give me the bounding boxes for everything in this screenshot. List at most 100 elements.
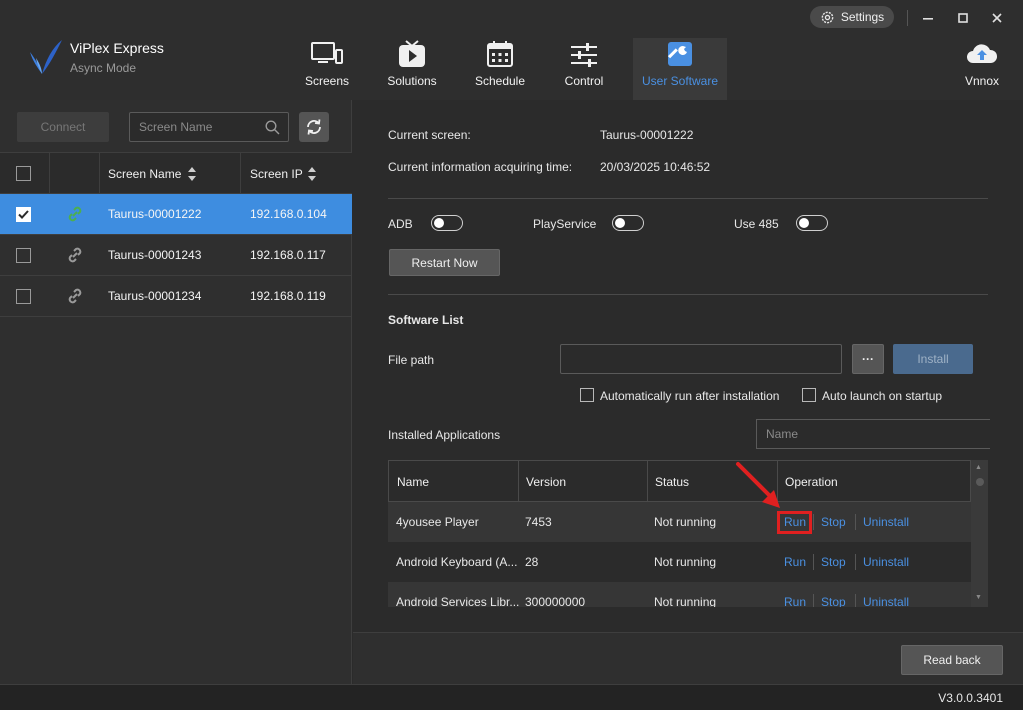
auto-run-label: Automatically run after installation (600, 389, 780, 403)
app-name: Android Keyboard (A... (396, 555, 518, 569)
divider (388, 294, 988, 295)
apps-scrollbar[interactable]: ▲ ▼ (971, 460, 988, 607)
connect-button[interactable]: Connect (17, 112, 109, 142)
screen-ip-header[interactable]: Screen IP (250, 167, 303, 181)
screen-name: Taurus-00001243 (108, 248, 202, 262)
minimize-button[interactable] (918, 8, 938, 28)
title-bar: ViPlex Express Async Mode Settings Scree… (0, 0, 1023, 100)
screen-name-header[interactable]: Screen Name (108, 167, 181, 181)
screen-table-header: Screen Name Screen IP (0, 152, 352, 194)
row-checkbox[interactable] (16, 248, 31, 263)
gear-icon (821, 11, 834, 23)
row-checkbox[interactable] (16, 207, 31, 222)
scroll-down-icon[interactable]: ▼ (975, 594, 982, 601)
uninstall-button[interactable]: Uninstall (863, 515, 909, 529)
screen-search-input[interactable] (130, 113, 260, 141)
screen-ip: 192.168.0.117 (250, 248, 326, 262)
divider (388, 198, 988, 199)
nav-schedule[interactable]: Schedule (472, 38, 528, 100)
screen-row[interactable]: Taurus-00001222 192.168.0.104 (0, 194, 352, 235)
divider (855, 554, 856, 570)
row-checkbox[interactable] (16, 289, 31, 304)
app-version: 7453 (525, 515, 552, 529)
software-list-title: Software List (388, 313, 464, 327)
file-path-input[interactable] (560, 344, 842, 374)
nav-solutions[interactable]: Solutions (384, 38, 440, 100)
run-button[interactable]: Run (784, 595, 806, 607)
nav-user-software-label: User Software (641, 74, 719, 88)
installed-apps-table: Name Version Status Operation 4yousee Pl… (388, 460, 988, 607)
run-button[interactable]: Run (784, 555, 806, 569)
status-bar: V3.0.0.3401 (0, 684, 1023, 710)
nav-user-software[interactable]: User Software (633, 38, 727, 100)
settings-label: Settings (840, 10, 885, 24)
screen-row[interactable]: Taurus-00001243 192.168.0.117 (0, 235, 352, 276)
current-screen-value: Taurus-00001222 (600, 128, 694, 142)
maximize-button[interactable] (953, 8, 973, 28)
playservice-toggle[interactable] (612, 215, 644, 231)
current-screen-label: Current screen: (388, 128, 471, 142)
sort-icon[interactable] (187, 166, 197, 182)
adb-toggle[interactable] (431, 215, 463, 231)
select-all-checkbox[interactable] (16, 166, 31, 181)
minimize-icon (923, 18, 933, 20)
version-label: V3.0.0.3401 (938, 691, 1003, 705)
app-version: 300000000 (525, 595, 586, 607)
column-divider (240, 153, 241, 193)
viplex-logo-icon (30, 40, 62, 74)
refresh-button[interactable] (299, 112, 329, 142)
divider (855, 514, 856, 530)
app-version: 28 (525, 555, 539, 569)
column-divider (647, 461, 648, 503)
column-divider (49, 153, 50, 193)
screen-ip: 192.168.0.104 (250, 207, 327, 221)
search-icon[interactable] (265, 120, 280, 135)
browse-button[interactable]: ··· (852, 344, 884, 374)
stop-button[interactable]: Stop (821, 515, 846, 529)
wrench-icon (667, 42, 692, 66)
settings-button[interactable]: Settings (810, 6, 894, 28)
restart-now-button[interactable]: Restart Now (389, 249, 500, 276)
app-version-header: Version (526, 475, 567, 489)
stop-button[interactable]: Stop (821, 555, 846, 569)
nav-screens[interactable]: Screens (302, 38, 352, 100)
nav-control[interactable]: Control (558, 38, 610, 100)
scroll-up-icon[interactable]: ▲ (975, 464, 982, 471)
app-name-search-input[interactable] (757, 420, 990, 448)
link-icon (68, 288, 82, 304)
divider (907, 10, 908, 26)
monitor-icon (311, 42, 343, 64)
divider (813, 514, 814, 530)
nav-solutions-label: Solutions (387, 74, 437, 88)
divider (813, 594, 814, 607)
uninstall-button[interactable]: Uninstall (863, 595, 909, 607)
link-connected-icon (68, 206, 82, 222)
refresh-icon (307, 119, 321, 135)
auto-run-checkbox[interactable] (580, 388, 594, 402)
close-button[interactable] (987, 8, 1007, 28)
screen-name: Taurus-00001222 (108, 207, 202, 221)
play-icon (399, 40, 425, 67)
acquiring-time-label: Current information acquiring time: (388, 160, 573, 174)
screen-row[interactable]: Taurus-00001234 192.168.0.119 (0, 276, 352, 317)
auto-launch-checkbox[interactable] (802, 388, 816, 402)
divider (855, 594, 856, 607)
use485-toggle[interactable] (796, 215, 828, 231)
uninstall-button[interactable]: Uninstall (863, 555, 909, 569)
app-name: Android Services Libr... (396, 595, 520, 607)
install-button[interactable]: Install (893, 344, 973, 374)
nav-vnnox[interactable]: Vnnox (960, 38, 1004, 100)
installed-apps-label: Installed Applications (388, 428, 501, 442)
screen-ip: 192.168.0.119 (250, 289, 326, 303)
scrollbar-thumb[interactable] (976, 478, 984, 486)
auto-launch-label: Auto launch on startup (822, 389, 943, 403)
app-status: Not running (654, 515, 717, 529)
stop-button[interactable]: Stop (821, 595, 846, 607)
sort-icon[interactable] (307, 166, 317, 182)
bottom-action-bar: Read back (353, 632, 1023, 684)
apps-table-header: Name Version Status Operation (388, 460, 971, 503)
app-row: Android Keyboard (A... 28 Not running Ru… (388, 542, 971, 582)
app-name-search (756, 419, 990, 449)
read-back-button[interactable]: Read back (901, 645, 1003, 675)
screen-name: Taurus-00001234 (108, 289, 202, 303)
